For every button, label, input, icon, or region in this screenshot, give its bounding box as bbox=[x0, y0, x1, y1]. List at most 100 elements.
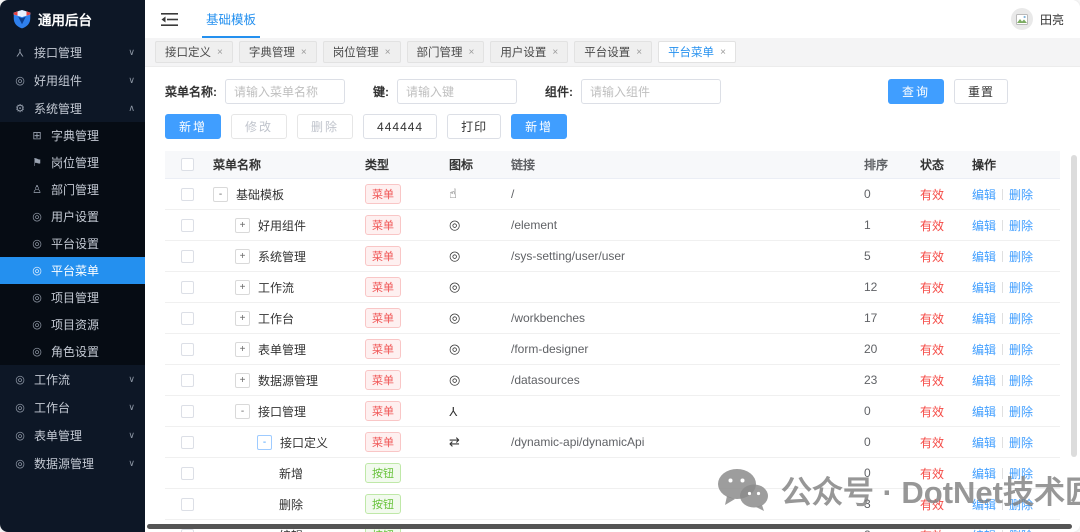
edit-link[interactable]: 编辑 bbox=[972, 186, 996, 203]
user-menu[interactable]: 田亮 bbox=[1011, 8, 1064, 30]
sidebar-item-dict[interactable]: ⊞字典管理 bbox=[0, 122, 145, 149]
sidebar-item-api[interactable]: Y接口管理∨ bbox=[0, 38, 145, 66]
sidebar-item-workbench[interactable]: ◎工作台∨ bbox=[0, 393, 145, 421]
edit-link[interactable]: 编辑 bbox=[972, 248, 996, 265]
tag-tab-部门管理[interactable]: 部门管理 × bbox=[407, 41, 485, 63]
delete-link[interactable]: 删除 bbox=[1009, 186, 1033, 203]
sidebar-item-resource[interactable]: ◎项目资源 bbox=[0, 311, 145, 338]
sidebar-item-datasource[interactable]: ◎数据源管理∨ bbox=[0, 449, 145, 477]
tag-tab-接口定义[interactable]: 接口定义× bbox=[155, 41, 233, 63]
expand-icon[interactable]: + bbox=[235, 311, 250, 326]
key-input[interactable] bbox=[397, 79, 517, 104]
type-cell: 菜单 bbox=[361, 370, 445, 390]
row-checkbox[interactable] bbox=[181, 529, 194, 532]
row-checkbox[interactable] bbox=[181, 436, 194, 449]
row-checkbox-cell bbox=[165, 405, 209, 418]
close-icon[interactable]: × bbox=[636, 47, 642, 58]
sidebar-item-user-settings[interactable]: ◎用户设置 bbox=[0, 203, 145, 230]
delete-link[interactable]: 删除 bbox=[1009, 341, 1033, 358]
edit-link[interactable]: 编辑 bbox=[972, 434, 996, 451]
sidebar-item-components[interactable]: ◎好用组件∨ bbox=[0, 66, 145, 94]
edit-link[interactable]: 编辑 bbox=[972, 496, 996, 513]
collapse-icon[interactable]: - bbox=[235, 404, 250, 419]
expand-icon[interactable]: + bbox=[235, 373, 250, 388]
status-cell: 有效 bbox=[916, 279, 968, 296]
close-icon[interactable]: × bbox=[217, 47, 223, 58]
expand-icon[interactable]: + bbox=[235, 218, 250, 233]
row-checkbox[interactable] bbox=[181, 312, 194, 325]
select-all-checkbox[interactable] bbox=[181, 158, 194, 171]
collapse-icon[interactable]: - bbox=[257, 435, 272, 450]
toolbar-button-0-primary[interactable]: 新增 bbox=[165, 114, 221, 139]
row-checkbox[interactable] bbox=[181, 467, 194, 480]
workflow-icon: ◎ bbox=[449, 279, 460, 295]
collapse-sidebar-icon[interactable] bbox=[161, 12, 178, 27]
row-checkbox[interactable] bbox=[181, 188, 194, 201]
delete-link[interactable]: 删除 bbox=[1009, 310, 1033, 327]
sidebar-item-post[interactable]: ⚑岗位管理 bbox=[0, 149, 145, 176]
delete-link[interactable]: 删除 bbox=[1009, 372, 1033, 389]
close-icon[interactable]: × bbox=[469, 47, 475, 58]
operation-divider bbox=[1002, 437, 1003, 448]
toolbar-button-5-primary[interactable]: 新增 bbox=[511, 114, 567, 139]
menu-name-input[interactable] bbox=[225, 79, 345, 104]
row-checkbox[interactable] bbox=[181, 405, 194, 418]
row-checkbox[interactable] bbox=[181, 343, 194, 356]
edit-link[interactable]: 编辑 bbox=[972, 403, 996, 420]
tag-tab-label: 部门管理 bbox=[417, 44, 463, 60]
row-checkbox[interactable] bbox=[181, 250, 194, 263]
row-checkbox[interactable] bbox=[181, 281, 194, 294]
edit-link[interactable]: 编辑 bbox=[972, 372, 996, 389]
table-row: 删除按钮3有效编辑删除 bbox=[165, 489, 1060, 520]
collapse-icon[interactable]: - bbox=[213, 187, 228, 202]
tag-tab-字典管理[interactable]: 字典管理× bbox=[239, 41, 317, 63]
sidebar-item-role[interactable]: ◎角色设置 bbox=[0, 338, 145, 365]
type-tag: 菜单 bbox=[365, 339, 401, 359]
sidebar-item-platform-menu[interactable]: ◎平台菜单 bbox=[0, 257, 145, 284]
component-input[interactable] bbox=[581, 79, 721, 104]
row-checkbox[interactable] bbox=[181, 498, 194, 511]
chevron-down-icon: ∨ bbox=[128, 374, 135, 385]
delete-link[interactable]: 删除 bbox=[1009, 248, 1033, 265]
tab-base-template[interactable]: 基础模板 bbox=[202, 0, 260, 38]
close-icon[interactable]: × bbox=[552, 47, 558, 58]
sidebar-item-system[interactable]: ⚙系统管理∧ bbox=[0, 94, 145, 122]
toolbar-button-3-plain[interactable]: 444444 bbox=[363, 114, 437, 139]
filter-component: 组件: bbox=[545, 79, 721, 104]
delete-link[interactable]: 删除 bbox=[1009, 434, 1033, 451]
close-icon[interactable]: × bbox=[385, 47, 391, 58]
chevron-down-icon: ∨ bbox=[128, 75, 135, 86]
edit-link[interactable]: 编辑 bbox=[972, 465, 996, 482]
delete-link[interactable]: 删除 bbox=[1009, 496, 1033, 513]
tag-tab-岗位管理[interactable]: 岗位管理× bbox=[323, 41, 401, 63]
sidebar-item-form[interactable]: ◎表单管理∨ bbox=[0, 421, 145, 449]
delete-link[interactable]: 删除 bbox=[1009, 279, 1033, 296]
expand-icon[interactable]: + bbox=[235, 280, 250, 295]
row-checkbox[interactable] bbox=[181, 219, 194, 232]
search-button[interactable]: 查询 bbox=[888, 79, 944, 104]
sidebar-item-project[interactable]: ◎项目管理 bbox=[0, 284, 145, 311]
tag-tab-平台设置[interactable]: 平台设置× bbox=[574, 41, 652, 63]
edit-link[interactable]: 编辑 bbox=[972, 217, 996, 234]
horizontal-scrollbar[interactable] bbox=[147, 524, 1072, 529]
expand-icon[interactable]: + bbox=[235, 342, 250, 357]
delete-link[interactable]: 删除 bbox=[1009, 217, 1033, 234]
close-icon[interactable]: × bbox=[720, 47, 726, 58]
vertical-scrollbar[interactable] bbox=[1071, 155, 1077, 457]
row-checkbox[interactable] bbox=[181, 374, 194, 387]
sidebar-item-dept[interactable]: ♙部门管理 bbox=[0, 176, 145, 203]
toolbar-button-4-plain[interactable]: 打印 bbox=[447, 114, 501, 139]
operation-divider bbox=[1002, 406, 1003, 417]
delete-link[interactable]: 删除 bbox=[1009, 465, 1033, 482]
reset-button[interactable]: 重置 bbox=[954, 79, 1008, 104]
tag-tab-平台菜单[interactable]: 平台菜单× bbox=[658, 41, 736, 63]
close-icon[interactable]: × bbox=[301, 47, 307, 58]
edit-link[interactable]: 编辑 bbox=[972, 310, 996, 327]
expand-icon[interactable]: + bbox=[235, 249, 250, 264]
sidebar-item-platform-settings[interactable]: ◎平台设置 bbox=[0, 230, 145, 257]
delete-link[interactable]: 删除 bbox=[1009, 403, 1033, 420]
edit-link[interactable]: 编辑 bbox=[972, 279, 996, 296]
edit-link[interactable]: 编辑 bbox=[972, 341, 996, 358]
sidebar-item-workflow[interactable]: ◎工作流∨ bbox=[0, 365, 145, 393]
tag-tab-用户设置[interactable]: 用户设置× bbox=[490, 41, 568, 63]
